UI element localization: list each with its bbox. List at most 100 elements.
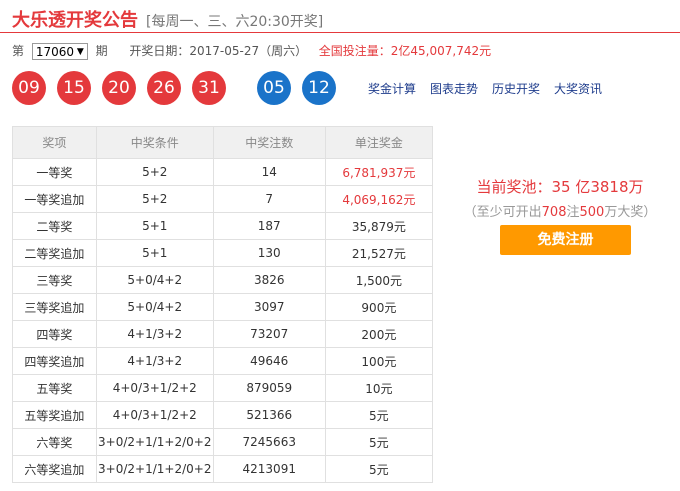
prize-condition: 5+1	[95, 239, 214, 267]
prize-condition: 5+2	[95, 158, 214, 186]
prize-amount: 5元	[324, 455, 434, 483]
winner-count: 130	[212, 239, 326, 267]
issue-selected: 17060	[35, 45, 75, 59]
jackpot-note-count: 708	[541, 205, 567, 220]
jackpot-note-amount: 500	[579, 205, 605, 220]
total-bets-label: 全国投注量：	[318, 44, 391, 58]
table-row: 三等奖 5+0/4+2 3826 1,500元	[12, 266, 434, 294]
prize-name: 四等奖追加	[12, 347, 97, 375]
table-row: 二等奖 5+1 187 35,879元	[12, 212, 434, 240]
prize-amount: 900元	[324, 293, 434, 321]
table-row: 一等奖追加 5+2 7 4,069,162元	[12, 185, 434, 213]
draw-date-label: 开奖日期：	[129, 44, 190, 58]
prize-name: 一等奖	[12, 158, 97, 186]
prize-name: 六等奖	[12, 428, 97, 456]
table-row: 三等奖追加 5+0/4+2 3097 900元	[12, 293, 434, 321]
prize-table: 奖项 中奖条件 中奖注数 单注奖金 一等奖 5+2 14 6,781,937元 一等奖追…	[12, 126, 434, 483]
prize-amount: 21,527元	[324, 239, 434, 267]
prize-name: 五等奖	[12, 374, 97, 402]
jackpot-label: 当前奖池：	[476, 178, 552, 196]
trend-chart-link[interactable]: 图表走势	[430, 82, 478, 96]
history-link[interactable]: 历史开奖	[492, 82, 540, 96]
draw-date: 2017-05-27（周六）	[189, 44, 308, 58]
prize-name: 一等奖追加	[12, 185, 97, 213]
prize-name: 五等奖追加	[12, 401, 97, 429]
prize-name: 六等奖追加	[12, 455, 97, 483]
prize-amount: 35,879元	[324, 212, 434, 240]
jackpot-note-text: 注	[566, 205, 580, 220]
header-divider	[0, 32, 680, 33]
winner-count: 4213091	[212, 455, 326, 483]
red-ball: 15	[57, 71, 91, 105]
winner-count: 7	[212, 185, 326, 213]
prize-condition: 4+1/3+2	[95, 347, 214, 375]
jackpot-note: （至少可开出708注500万大奖）	[440, 201, 680, 220]
jackpot-note-text: （至少可开出	[463, 205, 542, 220]
prize-condition: 3+0/2+1/1+2/0+2	[95, 428, 214, 456]
prize-amount: 5元	[324, 401, 434, 429]
prize-amount: 1,500元	[324, 266, 434, 294]
red-ball: 26	[147, 71, 181, 105]
page-header: 大乐透开奖公告 [每周一、三、六20:30开奖]	[12, 6, 323, 32]
prize-name: 三等奖	[12, 266, 97, 294]
winner-count: 187	[212, 212, 326, 240]
table-row: 四等奖 4+1/3+2 73207 200元	[12, 320, 434, 348]
table-header-row: 奖项 中奖条件 中奖注数 单注奖金	[12, 126, 434, 159]
prize-amount: 5元	[324, 428, 434, 456]
big-prize-news-link[interactable]: 大奖资讯	[554, 82, 602, 96]
red-ball: 31	[192, 71, 226, 105]
table-row: 六等奖追加 3+0/2+1/1+2/0+2 4213091 5元	[12, 455, 434, 483]
prize-condition: 3+0/2+1/1+2/0+2	[95, 455, 214, 483]
column-header: 奖项	[12, 126, 97, 159]
prize-condition: 5+0/4+2	[95, 293, 214, 321]
winner-count: 73207	[212, 320, 326, 348]
table-row: 五等奖 4+0/3+1/2+2 879059 10元	[12, 374, 434, 402]
prize-condition: 5+0/4+2	[95, 266, 214, 294]
page-title: 大乐透开奖公告	[12, 10, 138, 31]
column-header: 单注奖金	[324, 126, 434, 159]
table-row: 一等奖 5+2 14 6,781,937元	[12, 158, 434, 186]
prize-amount: 6,781,937元	[324, 158, 434, 186]
blue-ball: 12	[302, 71, 336, 105]
winner-count: 49646	[212, 347, 326, 375]
winner-count: 521366	[212, 401, 326, 429]
jackpot-info: 当前奖池：35 亿3818万 （至少可开出708注500万大奖）	[440, 176, 680, 220]
table-row: 五等奖追加 4+0/3+1/2+2 521366 5元	[12, 401, 434, 429]
prize-name: 二等奖追加	[12, 239, 97, 267]
winner-count: 879059	[212, 374, 326, 402]
draw-schedule: [每周一、三、六20:30开奖]	[146, 14, 324, 30]
issue-suffix: 期	[95, 44, 108, 58]
prize-amount: 100元	[324, 347, 434, 375]
table-row: 二等奖追加 5+1 130 21,527元	[12, 239, 434, 267]
jackpot-pool: 当前奖池：35 亿3818万	[440, 176, 680, 197]
issue-prefix: 第	[12, 44, 25, 58]
prize-amount: 10元	[324, 374, 434, 402]
prize-condition: 4+0/3+1/2+2	[95, 401, 214, 429]
prize-condition: 4+1/3+2	[95, 320, 214, 348]
prize-name: 三等奖追加	[12, 293, 97, 321]
issue-bar: 第 17060 ▼ 期 开奖日期：2017-05-27（周六） 全国投注量：2亿4…	[12, 41, 491, 61]
prize-amount: 200元	[324, 320, 434, 348]
total-bets: 2亿45,007,742元	[390, 44, 492, 58]
table-row: 六等奖 3+0/2+1/1+2/0+2 7245663 5元	[12, 428, 434, 456]
jackpot-value: 35 亿3818万	[551, 178, 644, 196]
prize-name: 四等奖	[12, 320, 97, 348]
free-register-button[interactable]: 免费注册	[500, 225, 631, 255]
quick-links: 奖金计算 图表走势 历史开奖 大奖资讯	[368, 80, 616, 97]
prize-calculator-link[interactable]: 奖金计算	[368, 82, 416, 96]
prize-condition: 4+0/3+1/2+2	[95, 374, 214, 402]
prize-amount: 4,069,162元	[324, 185, 434, 213]
issue-select[interactable]: 17060 ▼	[31, 43, 88, 60]
table-row: 四等奖追加 4+1/3+2 49646 100元	[12, 347, 434, 375]
winner-count: 3097	[212, 293, 326, 321]
blue-ball: 05	[257, 71, 291, 105]
red-ball: 09	[12, 71, 46, 105]
winner-count: 7245663	[212, 428, 326, 456]
column-header: 中奖注数	[212, 126, 326, 159]
prize-condition: 5+2	[95, 185, 214, 213]
column-header: 中奖条件	[95, 126, 214, 159]
prize-name: 二等奖	[12, 212, 97, 240]
jackpot-note-text: 万大奖）	[604, 205, 657, 220]
winner-count: 3826	[212, 266, 326, 294]
red-ball: 20	[102, 71, 136, 105]
